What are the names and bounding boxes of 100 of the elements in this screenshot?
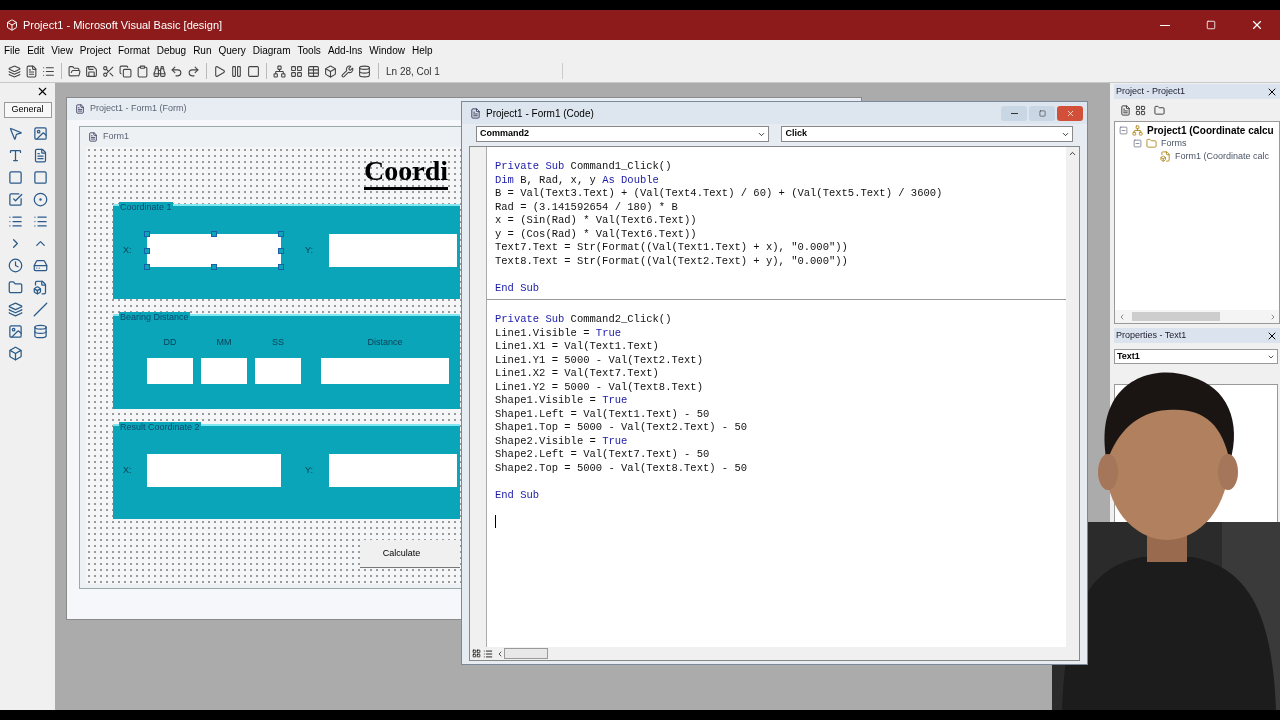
minimize-icon xyxy=(1010,112,1018,114)
resize-handle[interactable] xyxy=(144,264,150,270)
copy-icon[interactable] xyxy=(119,64,132,78)
run-icon[interactable] xyxy=(213,64,226,78)
calculate-button[interactable]: Calculate xyxy=(360,540,460,568)
field-label: X: xyxy=(123,463,133,477)
menu-item[interactable]: Run xyxy=(193,42,212,58)
ole-icon[interactable] xyxy=(7,345,23,361)
save-icon[interactable] xyxy=(85,64,98,78)
object-dropdown[interactable]: Command2 xyxy=(476,126,770,142)
collapse-icon[interactable] xyxy=(1133,139,1142,148)
properties-icon[interactable] xyxy=(290,64,303,78)
menu-item[interactable]: Diagram xyxy=(252,42,291,58)
code-line: Shape1.Left = Val(Text1.Text) - 50 xyxy=(495,407,710,421)
pointer-icon[interactable] xyxy=(7,125,23,141)
tree-item[interactable]: Project1 (Coordinate calcu xyxy=(1147,123,1274,138)
tree-item[interactable]: Form1 (Coordinate calc xyxy=(1175,149,1270,164)
view-code-icon[interactable] xyxy=(1120,104,1131,116)
close-icon[interactable] xyxy=(36,85,49,98)
dir-list-icon[interactable] xyxy=(7,279,23,295)
data-icon[interactable] xyxy=(32,323,48,339)
resize-handle[interactable] xyxy=(144,231,150,237)
text-box[interactable] xyxy=(201,357,247,384)
scroll-up-icon[interactable] xyxy=(1068,149,1077,158)
object-browser-icon[interactable] xyxy=(324,64,337,78)
menu-item[interactable]: Edit xyxy=(27,42,45,58)
menu-item[interactable]: Window xyxy=(369,42,405,58)
close-button[interactable] xyxy=(1057,105,1083,121)
frame-title: Coordinate 1 xyxy=(119,202,173,213)
scroll-thumb[interactable] xyxy=(504,648,548,659)
frame-icon[interactable] xyxy=(7,169,23,185)
list-box-icon[interactable] xyxy=(32,213,48,229)
image-icon[interactable] xyxy=(7,323,23,339)
menu-item[interactable]: Tools xyxy=(297,42,321,58)
resize-handle[interactable] xyxy=(211,264,217,270)
toolbox-tab[interactable]: General xyxy=(3,102,52,118)
menu-editor-icon[interactable] xyxy=(42,64,55,78)
full-module-view-icon[interactable] xyxy=(483,648,493,659)
combo-box-icon[interactable] xyxy=(7,213,23,229)
line-icon[interactable] xyxy=(32,301,48,317)
menu-item[interactable]: Project xyxy=(79,42,111,58)
resize-handle[interactable] xyxy=(211,231,217,237)
code-line: Private Sub Command1_Click() xyxy=(495,160,672,174)
scroll-left-icon[interactable] xyxy=(1118,312,1126,321)
resize-handle[interactable] xyxy=(278,247,284,254)
textbox-icon[interactable] xyxy=(32,147,48,163)
toolbox-icon[interactable] xyxy=(341,64,354,78)
scroll-left-icon[interactable] xyxy=(496,649,504,658)
object-dropdown[interactable]: Text1 xyxy=(1114,349,1278,364)
menu-item[interactable]: File xyxy=(4,42,21,58)
picture-box-icon[interactable] xyxy=(32,125,48,141)
text-box[interactable] xyxy=(147,234,281,267)
code-line: Line1.X1 = Val(Text1.Text) xyxy=(495,340,659,354)
layout-icon[interactable] xyxy=(307,64,320,78)
text-box[interactable] xyxy=(255,357,301,384)
folder-icon[interactable] xyxy=(1154,104,1165,116)
file-list-icon[interactable] xyxy=(32,279,48,295)
checkbox-icon[interactable] xyxy=(7,191,23,207)
timer-icon[interactable] xyxy=(7,257,23,273)
option-button-icon[interactable] xyxy=(32,191,48,207)
code-line: Private Sub Command2_Click() xyxy=(495,313,672,327)
folder-icon xyxy=(1146,138,1157,149)
vertical-scrollbar[interactable] xyxy=(1066,147,1079,647)
undo-icon[interactable] xyxy=(170,64,183,78)
menu-item[interactable]: Format xyxy=(118,42,150,58)
view-object-icon[interactable] xyxy=(1135,104,1146,116)
cut-icon[interactable] xyxy=(102,64,115,78)
project-explorer-icon[interactable] xyxy=(273,64,286,78)
find-icon[interactable] xyxy=(153,64,166,78)
menu-item[interactable]: Query xyxy=(218,42,246,58)
code-line: Line1.Y1 = 5000 - Val(Text2.Text) xyxy=(495,353,703,367)
resize-handle[interactable] xyxy=(278,231,284,237)
command-button-icon[interactable] xyxy=(32,169,48,185)
procedure-dropdown[interactable]: Click xyxy=(781,126,1073,142)
tree-item[interactable]: Forms xyxy=(1161,136,1187,151)
text-box[interactable] xyxy=(147,357,193,384)
pause-icon[interactable] xyxy=(230,64,243,78)
menu-item[interactable]: Add-Ins xyxy=(327,42,363,58)
menu-item[interactable]: View xyxy=(51,42,73,58)
open-icon[interactable] xyxy=(68,64,81,78)
menu-item[interactable]: Help xyxy=(411,42,433,58)
redo-icon[interactable] xyxy=(187,64,200,78)
scroll-right-icon[interactable] xyxy=(1269,312,1277,321)
label-icon[interactable] xyxy=(7,147,23,163)
paste-icon[interactable] xyxy=(136,64,149,78)
shape-icon[interactable] xyxy=(7,301,23,317)
form-heading: Coordi xyxy=(364,155,448,190)
window-title: Project1 - Microsoft Visual Basic [design] xyxy=(23,17,223,33)
data-view-icon[interactable] xyxy=(358,64,371,78)
drive-list-icon[interactable] xyxy=(32,257,48,273)
view-toggle-icon[interactable] xyxy=(472,649,481,658)
scroll-thumb[interactable] xyxy=(1132,312,1220,321)
resize-handle[interactable] xyxy=(144,247,150,254)
menu-item[interactable]: Debug xyxy=(156,42,187,58)
stop-icon[interactable] xyxy=(247,64,260,78)
collapse-icon[interactable] xyxy=(1119,126,1128,135)
resize-handle[interactable] xyxy=(278,264,284,270)
panel-title: Properties - Text1 xyxy=(1116,328,1188,342)
project-icon[interactable] xyxy=(8,64,21,78)
text-box[interactable] xyxy=(321,357,449,384)
